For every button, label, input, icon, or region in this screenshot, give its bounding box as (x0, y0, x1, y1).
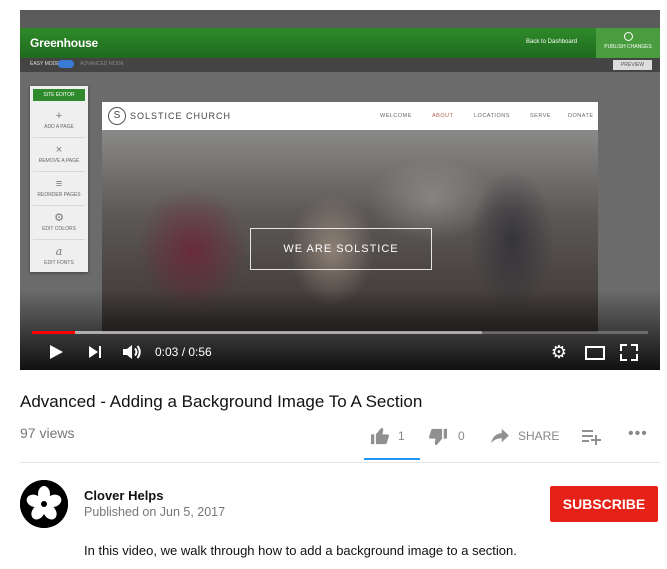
settings-gear-icon[interactable]: ⚙ (548, 341, 570, 363)
add-page-label: ADD A PAGE (44, 124, 74, 130)
remove-page-label: REMOVE A PAGE (38, 158, 80, 164)
site-nav-bar: S SOLSTICE CHURCH WELCOME ABOUT LOCATION… (102, 102, 598, 130)
share-button[interactable]: SHARE (490, 426, 570, 446)
video-description: In this video, we walk through how to ad… (84, 543, 517, 558)
clover-logo-icon (20, 480, 68, 528)
reorder-pages-item: ≡ REORDER PAGES (33, 172, 85, 206)
edit-colors-item: ⚙ EDIT COLORS (33, 206, 85, 240)
publish-icon (623, 32, 633, 41)
publish-changes-button: PUBLISH CHANGES (596, 28, 660, 58)
volume-icon[interactable] (120, 341, 144, 363)
site-editor-panel: SITE EDITOR + ADD A PAGE × REMOVE A PAGE… (30, 86, 88, 272)
app-header-bar: Greenhouse Back to Dashboard PUBLISH CHA… (20, 28, 660, 58)
remove-page-item: × REMOVE A PAGE (33, 138, 85, 172)
like-button[interactable]: 1 (370, 426, 418, 446)
time-display: 0:03 / 0:56 (155, 345, 212, 359)
next-button[interactable] (86, 341, 106, 363)
publish-date: Published on Jun 5, 2017 (84, 505, 226, 519)
channel-avatar[interactable] (20, 480, 68, 528)
x-icon: × (55, 144, 63, 156)
greenhouse-logo: Greenhouse (30, 36, 99, 50)
gear-icon: ⚙ (54, 212, 64, 224)
publish-label: PUBLISH CHANGES (604, 44, 652, 50)
play-button[interactable] (46, 341, 66, 363)
video-actions: 1 0 SHARE ••• (360, 418, 660, 460)
video-title: Advanced - Adding a Background Image To … (20, 392, 423, 411)
like-underline (364, 458, 420, 460)
progress-loaded (32, 331, 482, 334)
site-nav-donate: DONATE (568, 113, 594, 119)
site-logo-icon: S (108, 107, 126, 125)
add-page-item: + ADD A PAGE (33, 104, 85, 138)
site-nav-serve: SERVE (530, 113, 552, 119)
hero-text: WE ARE SOLSTICE (250, 228, 432, 270)
back-to-dashboard-link: Back to Dashboard (526, 39, 578, 45)
add-to-playlist-button[interactable] (582, 426, 604, 446)
view-count: 97 views (20, 425, 75, 441)
advanced-mode-label: ADVANCED MODE (80, 61, 124, 67)
font-icon: a (55, 245, 63, 258)
video-player[interactable]: Greenhouse Back to Dashboard PUBLISH CHA… (20, 10, 660, 370)
mode-bar: EASY MODE ADVANCED MODE PREVIEW (20, 58, 660, 72)
reorder-icon: ≡ (55, 178, 63, 190)
fullscreen-icon[interactable] (618, 341, 640, 363)
like-count: 1 (398, 429, 405, 443)
dislike-button[interactable]: 0 (428, 426, 472, 446)
thumbs-up-icon (371, 427, 389, 445)
site-nav-about: ABOUT (432, 113, 454, 119)
edit-fonts-label: EDIT FONTS (44, 260, 74, 266)
divider (20, 462, 660, 463)
site-nav-locations: LOCATIONS (474, 113, 510, 119)
share-label: SHARE (518, 429, 560, 443)
edit-fonts-item: a EDIT FONTS (33, 240, 85, 273)
progress-bar[interactable] (32, 331, 648, 334)
subscribe-button[interactable]: SUBSCRIBE (550, 486, 658, 522)
site-nav-welcome: WELCOME (380, 113, 412, 119)
easy-mode-label: EASY MODE (30, 61, 60, 67)
playlist-add-icon (582, 430, 601, 445)
site-editor-title: SITE EDITOR (33, 89, 85, 101)
dislike-count: 0 (458, 429, 465, 443)
more-options-icon[interactable]: ••• (628, 426, 652, 446)
share-arrow-icon (491, 428, 509, 444)
mode-toggle (58, 60, 74, 68)
reorder-pages-label: REORDER PAGES (37, 192, 81, 198)
thumbs-down-icon (429, 428, 447, 446)
progress-played (32, 331, 76, 334)
channel-name[interactable]: Clover Helps (84, 488, 163, 503)
preview-button: PREVIEW (612, 60, 652, 70)
plus-icon: + (55, 110, 63, 122)
theater-mode-icon[interactable] (582, 341, 606, 363)
edit-colors-label: EDIT COLORS (42, 226, 76, 232)
site-logo-text: SOLSTICE CHURCH (130, 111, 232, 121)
